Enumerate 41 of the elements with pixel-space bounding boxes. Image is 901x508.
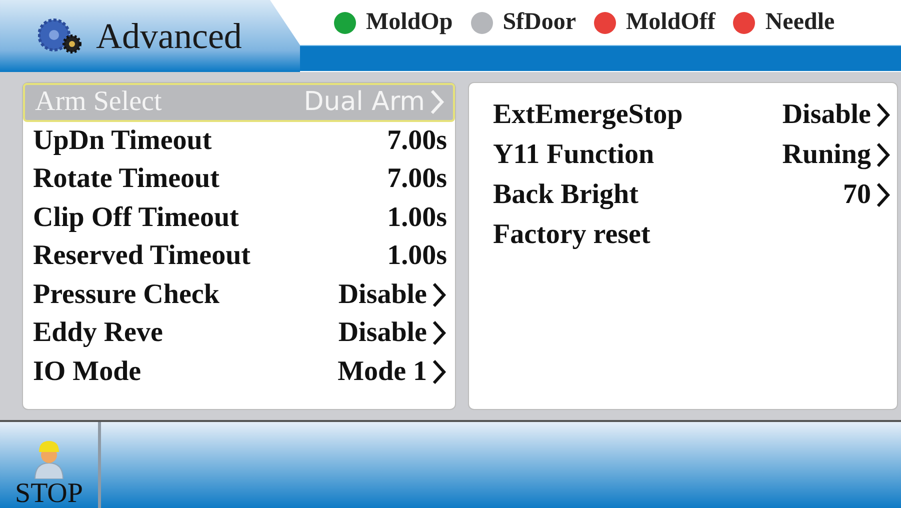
setting-value: 1.00s: [387, 240, 447, 272]
setting-label: Y11 Function: [493, 139, 656, 171]
setting-label: Rotate Timeout: [33, 163, 220, 196]
stop-button[interactable]: STOP: [0, 422, 101, 508]
setting-label: Factory reset: [493, 219, 652, 251]
setting-row[interactable]: Factory reset: [493, 215, 891, 255]
setting-value: Dual Arm: [304, 87, 425, 118]
setting-row[interactable]: Clip Off Timeout 1.00s: [23, 198, 455, 237]
setting-row[interactable]: IO Mode Mode 1: [23, 352, 455, 391]
setting-value: Mode 1: [338, 356, 427, 388]
setting-value: Disable: [338, 317, 427, 350]
setting-label: Clip Off Timeout: [33, 202, 240, 234]
setting-row[interactable]: UpDn Timeout 7.00s: [23, 122, 455, 160]
setting-label: Back Bright: [493, 179, 640, 211]
page-title: Advanced: [96, 15, 242, 57]
setting-label: UpDn Timeout: [33, 124, 213, 157]
status-label: MoldOp: [366, 9, 453, 36]
setting-value: 7.00s: [387, 163, 447, 196]
setting-label: Reserved Timeout: [33, 240, 252, 272]
setting-value: 1.00s: [387, 202, 447, 234]
setting-value: 70: [843, 179, 871, 211]
setting-label: Pressure Check: [33, 278, 220, 311]
setting-label: Eddy Reve: [33, 317, 164, 350]
setting-row[interactable]: Back Bright 70: [493, 175, 891, 215]
setting-row[interactable]: Rotate Timeout 7.00s: [23, 160, 455, 198]
status-label: Needle: [765, 9, 835, 36]
setting-row[interactable]: ExtEmergeStop Disable: [493, 95, 891, 135]
status-label: SfDoor: [502, 9, 576, 36]
setting-value: 7.00s: [387, 124, 447, 157]
setting-row[interactable]: Eddy Reve Disable: [23, 314, 455, 352]
setting-row[interactable]: Y11 Function Runing: [493, 135, 891, 175]
setting-label: ExtEmergeStop: [493, 99, 684, 131]
setting-value: Runing: [782, 139, 871, 171]
setting-row[interactable]: Reserved Timeout 1.00s: [23, 237, 455, 276]
setting-label: IO Mode: [33, 356, 142, 388]
setting-row[interactable]: Pressure Check Disable: [23, 276, 455, 314]
setting-value: Disable: [782, 99, 871, 131]
status-label: MoldOff: [626, 9, 716, 36]
gear-icon: [38, 18, 82, 54]
setting-label: Arm Select: [35, 86, 163, 118]
setting-value: Disable: [338, 278, 427, 311]
